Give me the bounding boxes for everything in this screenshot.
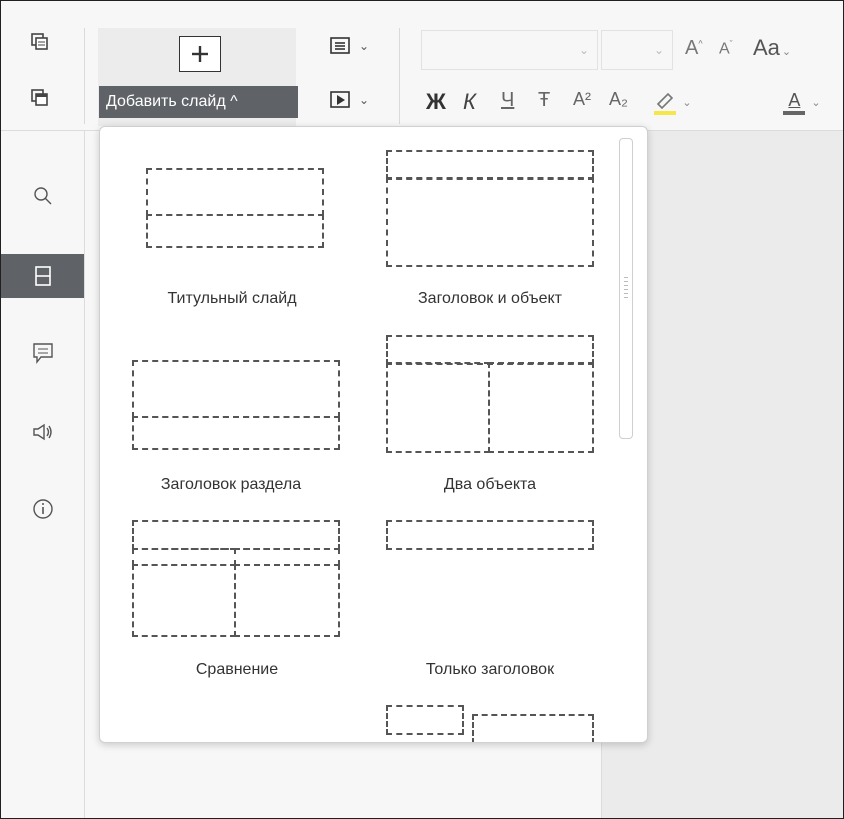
layout-dropdown: Титульный слайд Заголовок и объект Загол… (99, 126, 648, 743)
highlighter-icon (654, 92, 677, 115)
layout-label: Только заголовок (425, 661, 555, 678)
font-name-select[interactable]: ⌄ (421, 30, 598, 70)
superscript-button[interactable]: A² (573, 89, 591, 110)
rail-search[interactable] (1, 174, 84, 218)
layout-label: Заголовок и объект (418, 290, 562, 307)
change-case-button[interactable]: Aa ⌄ (753, 35, 791, 61)
dropdown-scrollbar[interactable] (619, 138, 633, 439)
font-color-swatch (783, 111, 806, 115)
rail-slides[interactable] (1, 254, 84, 298)
layout-item-two-content[interactable]: Два объекта (358, 332, 628, 497)
separator (84, 28, 85, 124)
layout-label: Заголовок раздела (160, 476, 302, 493)
chevron-down-icon: ⌄ (811, 96, 821, 109)
placeholder-right (472, 714, 594, 742)
font-color-button[interactable]: A ⌄ (771, 85, 831, 119)
layout-item-comparison[interactable]: Сравнение (112, 517, 352, 682)
placeholder-left (386, 705, 464, 735)
app-window: Добавить слайд ^ ⌄ ⌄ ⌄ ⌄ A^ Aˇ Aa ⌄ Ж К Ч… (0, 0, 844, 819)
placeholder-title (132, 360, 340, 418)
left-rail (1, 131, 85, 818)
layout-item-partial[interactable] (358, 702, 628, 742)
scroll-grip (624, 281, 628, 282)
layout-item-title-content[interactable]: Заголовок и объект (358, 147, 628, 327)
placeholder-content-right (234, 564, 340, 637)
scroll-grip (624, 277, 628, 278)
layout-item-title-only[interactable]: Только заголовок (358, 517, 628, 682)
scroll-grip (624, 297, 628, 298)
placeholder-text (132, 416, 340, 450)
search-icon (33, 187, 51, 205)
toolbar: Добавить слайд ^ ⌄ ⌄ ⌄ ⌄ A^ Aˇ Aa ⌄ Ж К Ч… (1, 1, 843, 131)
chevron-down-icon: ⌄ (682, 96, 692, 109)
slides-icon (34, 266, 51, 286)
scroll-grip (624, 285, 628, 286)
paste-icon[interactable] (27, 85, 53, 111)
strikethrough-button[interactable]: Ŧ (538, 89, 550, 112)
comment-icon (32, 343, 53, 364)
scroll-grip (624, 289, 628, 290)
subscript-button[interactable]: A₂ (609, 89, 628, 110)
chevron-down-icon: ⌄ (578, 43, 589, 57)
plus-icon (192, 46, 208, 62)
scroll-grip (624, 293, 628, 294)
chevron-down-icon: ⌄ (358, 39, 370, 53)
announce-icon (32, 423, 52, 441)
placeholder-title (146, 168, 324, 216)
highlight-button[interactable]: ⌄ (649, 85, 695, 119)
placeholder-title (386, 335, 594, 365)
underline-button[interactable]: Ч (501, 89, 514, 112)
layout-item-section-header[interactable]: Заголовок раздела (112, 337, 352, 497)
layout-label: Титульный слайд (167, 290, 297, 307)
placeholder-content-left (386, 362, 490, 453)
chevron-down-icon: ⌄ (653, 43, 664, 57)
layout-menu-button[interactable]: ⌄ (319, 33, 379, 59)
placeholder-title (132, 520, 340, 550)
rail-comments[interactable] (1, 331, 84, 375)
decrease-font-button[interactable]: Aˇ (719, 39, 733, 58)
layout-item-title-slide[interactable]: Титульный слайд (112, 147, 352, 327)
layout-label: Сравнение (195, 661, 279, 678)
layout-label: Два объекта (443, 476, 537, 493)
placeholder-content (386, 177, 594, 267)
placeholder-content-left (132, 564, 236, 637)
add-slide-button[interactable] (179, 36, 221, 72)
placeholder-subtitle (146, 214, 324, 248)
bold-button[interactable]: Ж (426, 89, 446, 115)
rail-info[interactable] (1, 487, 84, 531)
add-slide-dropdown-button[interactable]: Добавить слайд ^ (99, 86, 298, 118)
info-icon (32, 499, 53, 519)
italic-button[interactable]: К (463, 89, 476, 115)
chevron-down-icon: ⌄ (358, 93, 370, 107)
slideshow-button[interactable]: ⌄ (319, 87, 379, 113)
placeholder-title (386, 520, 594, 550)
increase-font-button[interactable]: A^ (685, 37, 703, 60)
rail-announce[interactable] (1, 410, 84, 454)
placeholder-title (386, 150, 594, 180)
separator (399, 28, 400, 124)
placeholder-content-right (488, 362, 594, 453)
font-size-select[interactable]: ⌄ (601, 30, 673, 70)
copy-icon[interactable] (27, 29, 53, 55)
